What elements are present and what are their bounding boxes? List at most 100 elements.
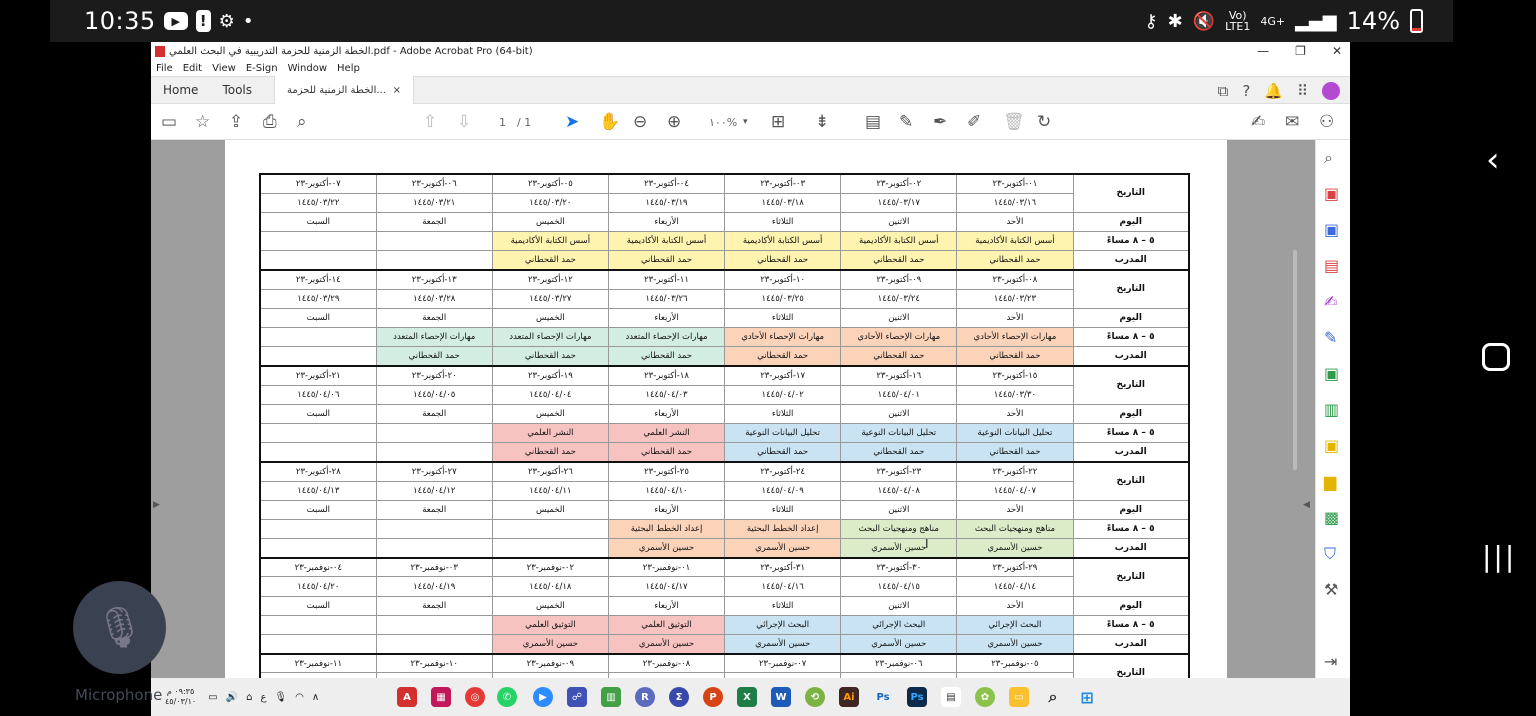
comment-icon[interactable]: ▤ xyxy=(865,104,881,140)
upload-cloud-icon[interactable]: ⇪ xyxy=(229,104,243,140)
select-cursor-icon[interactable]: ➤ xyxy=(565,104,579,140)
r-app-taskbar-icon[interactable]: R xyxy=(635,687,655,707)
whatsapp-taskbar-icon[interactable]: ✆ xyxy=(497,687,517,707)
menu-window[interactable]: Window xyxy=(288,63,327,74)
bell-icon[interactable]: 🔔 xyxy=(1264,82,1283,100)
battery-tray-icon[interactable]: ▭ xyxy=(208,692,217,703)
chrome-taskbar-icon[interactable]: ◎ xyxy=(465,687,485,707)
clock[interactable]: ٠٩:٣٥ م ٤٥/٠٣/١٠ xyxy=(165,687,196,707)
tab-home[interactable]: Home xyxy=(151,76,210,104)
apps-grid-icon[interactable]: ⠿ xyxy=(1297,82,1308,100)
delete-icon[interactable]: 🗑 xyxy=(1003,104,1025,140)
save-icon[interactable]: ▭ xyxy=(161,104,177,140)
tab-document[interactable]: الخطة الزمنية للحزمة... × xyxy=(274,76,414,104)
volume-icon[interactable]: 🔊 xyxy=(226,692,238,703)
account-avatar[interactable] xyxy=(1322,82,1340,100)
comment-rail-icon[interactable]: ▆ xyxy=(1324,472,1336,491)
page-fit-icon[interactable]: ⊞ xyxy=(771,104,785,140)
zoom-dropdown-icon[interactable]: ▾ xyxy=(743,104,748,140)
illustrator-taskbar-icon[interactable]: Ai xyxy=(839,687,859,707)
tab-tools[interactable]: Tools xyxy=(210,76,264,104)
app-grid-taskbar-icon[interactable]: ▦ xyxy=(431,687,451,707)
photoshop-light-taskbar-icon[interactable]: Ps xyxy=(873,687,893,707)
search-icon[interactable]: ⌕ xyxy=(297,104,307,140)
right-panel-toggle-icon[interactable]: ◀ xyxy=(1303,500,1310,510)
zoom-in-icon[interactable]: ⊕ xyxy=(667,104,681,140)
menu-file[interactable]: File xyxy=(156,63,173,74)
file-explorer-taskbar-icon[interactable]: ▭ xyxy=(1009,687,1029,707)
clock-date: ٤٥/٠٣/١٠ xyxy=(165,697,197,706)
powerpoint-taskbar-icon[interactable]: P xyxy=(703,687,723,707)
create-pdf-icon[interactable]: ▣ xyxy=(1324,220,1339,239)
word-taskbar-icon[interactable]: W xyxy=(771,687,791,707)
schedule-cell: ٠٢-نوفمبر-٢٣ xyxy=(491,556,609,578)
protect-pdf-icon[interactable]: ▣ xyxy=(1324,436,1339,455)
mic-tray-icon[interactable]: 🎙 xyxy=(274,692,287,703)
zoom-out-icon[interactable]: ⊖ xyxy=(633,104,647,140)
zoom-level[interactable]: ١٠٠% xyxy=(709,104,737,140)
android-back-icon[interactable]: ‹ xyxy=(1486,140,1500,180)
highlight-pen-icon[interactable]: ✎ xyxy=(899,104,913,140)
minimize-icon[interactable]: — xyxy=(1257,44,1269,58)
android-home-icon[interactable] xyxy=(1482,343,1510,371)
maximize-icon[interactable]: ❐ xyxy=(1295,44,1306,58)
network-tray-icon[interactable]: ⌂ xyxy=(246,692,252,703)
language-indicator[interactable]: ع xyxy=(260,692,266,703)
notepad-taskbar-icon[interactable]: ▤ xyxy=(941,687,961,707)
green-app-taskbar-icon[interactable]: ⟲ xyxy=(805,687,825,707)
document-area[interactable]: ▶ التاريخ ٠١-أكتوبر-٢٣ ٠٢-أكتوبر-٢٣ ٠٣-أكتو… xyxy=(151,140,1315,694)
menu-esign[interactable]: E-Sign xyxy=(246,63,278,74)
fill-sign-icon[interactable]: ✍ xyxy=(1251,104,1265,140)
chart-app-taskbar-icon[interactable]: ▥ xyxy=(601,687,621,707)
export-pdf-icon[interactable]: ▣ xyxy=(1324,184,1339,203)
next-page-icon[interactable]: ⇩ xyxy=(457,104,471,140)
share-screen-icon[interactable]: ⧉ xyxy=(1218,82,1229,100)
prev-page-icon[interactable]: ⇧ xyxy=(423,104,437,140)
star-icon[interactable]: ☆ xyxy=(195,104,210,140)
zoom-tool-icon[interactable]: ⌕ xyxy=(1324,148,1333,168)
more-tools-icon[interactable]: ⚒ xyxy=(1324,580,1338,599)
help-icon[interactable]: ? xyxy=(1242,82,1250,100)
vertical-scrollbar[interactable] xyxy=(1293,250,1297,470)
page-number-input[interactable]: 1 xyxy=(499,104,506,140)
print-icon[interactable]: ⎙ xyxy=(263,104,277,140)
hand-tool-icon[interactable]: ✋ xyxy=(599,104,620,140)
combine-files-icon[interactable]: ▣ xyxy=(1324,364,1339,383)
print-production-icon[interactable]: ▩ xyxy=(1324,508,1339,527)
tray-chevron-icon[interactable]: ∧ xyxy=(312,692,319,703)
shield-icon[interactable]: ⛉ xyxy=(1324,544,1336,564)
request-signature-icon[interactable]: ✍ xyxy=(1324,292,1337,311)
zoom-taskbar-icon[interactable]: ▶ xyxy=(533,687,553,707)
tab-close-icon[interactable]: × xyxy=(393,85,401,96)
schedule-row: ١٤٤٥/٠٤/١٤ ١٤٤٥/٠٤/١٥ ١٤٤٥/٠٤/١٦ ١٤٤٥/٠٤/١٧… xyxy=(259,576,1189,597)
android-recents-icon[interactable]: ||| xyxy=(1482,540,1516,573)
collapse-rail-icon[interactable]: ⇥ xyxy=(1324,652,1337,671)
start-windows-icon[interactable]: ⊞ xyxy=(1077,687,1097,707)
network-app-taskbar-icon[interactable]: ☍ xyxy=(567,687,587,707)
sign-icon[interactable]: ✒ xyxy=(933,104,947,140)
menu-view[interactable]: View xyxy=(212,63,236,74)
left-panel-toggle-icon[interactable]: ▶ xyxy=(153,500,160,510)
search-taskbar-icon[interactable]: ⌕ xyxy=(1043,687,1063,707)
wifi-icon[interactable]: ◠ xyxy=(295,692,304,703)
acrobat-taskbar-icon[interactable]: A xyxy=(397,687,417,707)
share-user-icon[interactable]: ⚇ xyxy=(1319,104,1334,140)
menu-edit[interactable]: Edit xyxy=(183,63,202,74)
fill-sign-rail-icon[interactable]: ✎ xyxy=(1324,328,1337,347)
menu-help[interactable]: Help xyxy=(337,63,360,74)
scroll-mode-icon[interactable]: ⇟ xyxy=(815,104,829,140)
sum-app-taskbar-icon[interactable]: Σ xyxy=(669,687,689,707)
edit-pdf-icon[interactable]: ▥ xyxy=(1324,400,1339,419)
stamp-icon[interactable]: ✐ xyxy=(967,104,981,140)
organize-pages-icon[interactable]: ▤ xyxy=(1324,256,1339,275)
schedule-cell: الخميس xyxy=(491,595,609,616)
fan-app-taskbar-icon[interactable]: ✿ xyxy=(975,687,995,707)
row-label-day: اليوم xyxy=(1072,307,1190,329)
email-icon[interactable]: ✉ xyxy=(1285,104,1299,140)
photoshop-taskbar-icon[interactable]: Ps xyxy=(907,687,927,707)
redo-icon[interactable]: ↻ xyxy=(1037,104,1051,140)
excel-taskbar-icon[interactable]: X xyxy=(737,687,757,707)
schedule-row: التاريخ ٠١-أكتوبر-٢٣ ٠٢-أكتوبر-٢٣ ٠٣-أكتوبر… xyxy=(259,172,1190,213)
close-window-icon[interactable]: ✕ xyxy=(1332,44,1342,58)
muted-microphone-icon[interactable]: 🎙 xyxy=(73,581,166,674)
